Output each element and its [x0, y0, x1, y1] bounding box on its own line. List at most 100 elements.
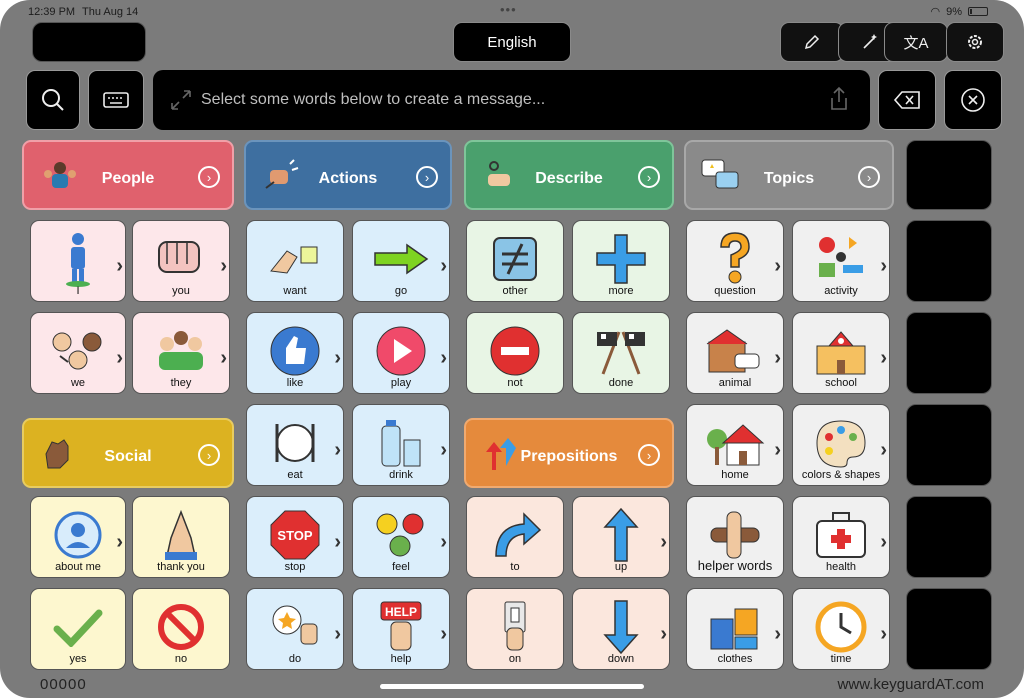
- word-label: on: [508, 653, 522, 665]
- praying-hands-icon: [165, 509, 197, 560]
- word-tile-thank-you[interactable]: thank you: [132, 496, 230, 578]
- settings-button[interactable]: [946, 22, 1004, 62]
- category-social[interactable]: Social ›: [22, 418, 234, 488]
- arrow-right-icon: ›: [638, 166, 660, 188]
- word-label: no: [174, 653, 188, 665]
- expand-icon[interactable]: [169, 88, 193, 112]
- word-tile-question[interactable]: › question: [686, 220, 784, 302]
- svg-text:HELP: HELP: [385, 605, 417, 619]
- word-tile-done[interactable]: done: [572, 312, 670, 394]
- word-tile-up[interactable]: › up: [572, 496, 670, 578]
- word-tile-want[interactable]: want: [246, 220, 344, 302]
- chevron-right-icon: ›: [440, 531, 447, 553]
- word-tile-more[interactable]: more: [572, 220, 670, 302]
- word-tile-clothes[interactable]: › clothes: [686, 588, 784, 670]
- word-label: go: [394, 285, 408, 297]
- home-indicator[interactable]: [380, 684, 644, 689]
- category-prepositions[interactable]: Prepositions ›: [464, 418, 674, 488]
- search-button[interactable]: [26, 70, 80, 130]
- word-tile-feel[interactable]: › feel: [352, 496, 450, 578]
- edit-button[interactable]: [780, 22, 844, 62]
- word-tile-they[interactable]: › they: [132, 312, 230, 394]
- word-tile-help[interactable]: HELP › help: [352, 588, 450, 670]
- translate-button[interactable]: 文A: [884, 22, 948, 62]
- word-label: we: [70, 377, 86, 389]
- word-tile-on[interactable]: on: [466, 588, 564, 670]
- word-tile-helper-words[interactable]: helper words: [686, 496, 784, 578]
- word-tile-eat[interactable]: › eat: [246, 404, 344, 486]
- clear-icon: [961, 88, 985, 112]
- chevron-right-icon: ›: [774, 623, 781, 645]
- checkered-flags-icon: [597, 331, 645, 375]
- svg-text:STOP: STOP: [277, 528, 312, 543]
- arrow-up-icon: [603, 507, 639, 562]
- keyboard-button[interactable]: [88, 70, 144, 130]
- word-tile-i[interactable]: › I: [30, 220, 126, 302]
- empty-slot-right-5: [906, 496, 992, 578]
- category-people[interactable]: People ›: [22, 140, 234, 210]
- word-tile-health[interactable]: › health: [792, 496, 890, 578]
- word-tile-play[interactable]: › play: [352, 312, 450, 394]
- word-tile-other[interactable]: other: [466, 220, 564, 302]
- arrow-right-icon: ›: [638, 444, 660, 466]
- question-mark-icon: [720, 232, 750, 284]
- empty-slot-right-3: [906, 312, 992, 394]
- word-tile-we[interactable]: › we: [30, 312, 126, 394]
- word-tile-down[interactable]: › down: [572, 588, 670, 670]
- category-describe[interactable]: Describe ›: [464, 140, 674, 210]
- word-tile-animal[interactable]: › animal: [686, 312, 784, 394]
- word-tile-yes[interactable]: yes: [30, 588, 126, 670]
- palette-icon: [816, 420, 866, 468]
- word-tile-go[interactable]: › go: [352, 220, 450, 302]
- wifi-icon: ◠: [930, 6, 941, 18]
- word-tile-to[interactable]: to: [466, 496, 564, 578]
- device-frame: 12:39 PM Thu Aug 14 ••• ◠ 9% English 文A …: [0, 0, 1024, 698]
- prohibited-icon: [158, 604, 204, 650]
- chevron-right-icon: ›: [660, 623, 667, 645]
- word-label: help: [390, 653, 412, 665]
- activity-icons-icon: [819, 237, 863, 277]
- word-tile-like[interactable]: › like: [246, 312, 344, 394]
- chevron-right-icon: ›: [880, 531, 887, 553]
- word-tile-about-me[interactable]: › about me: [30, 496, 126, 578]
- word-tile-you[interactable]: › you: [132, 220, 230, 302]
- switch-on-icon: [504, 601, 526, 651]
- empty-slot-right-6: [906, 588, 992, 670]
- word-tile-school[interactable]: › school: [792, 312, 890, 394]
- multitask-dots[interactable]: •••: [500, 2, 517, 17]
- language-button[interactable]: English: [453, 22, 571, 62]
- word-tile-drink[interactable]: › drink: [352, 404, 450, 486]
- plate-utensils-icon: [275, 424, 315, 462]
- clock-icon: [815, 601, 867, 653]
- word-tile-do[interactable]: › do: [246, 588, 344, 670]
- word-tile-not[interactable]: not: [466, 312, 564, 394]
- word-label: they: [170, 377, 192, 389]
- word-tile-stop[interactable]: STOP › stop: [246, 496, 344, 578]
- share-icon[interactable]: [828, 86, 850, 112]
- message-bar[interactable]: Select some words below to create a mess…: [153, 70, 870, 130]
- chevron-right-icon: ›: [220, 255, 227, 277]
- clear-button[interactable]: [944, 70, 1002, 130]
- chevron-right-icon: ›: [440, 255, 447, 277]
- word-tile-no[interactable]: no: [132, 588, 230, 670]
- word-tile-colors-shapes[interactable]: › colors & shapes: [792, 404, 890, 486]
- empty-slot-right-2: [906, 220, 992, 302]
- word-label: like: [286, 377, 304, 389]
- word-tile-time[interactable]: › time: [792, 588, 890, 670]
- emotions-icon: [376, 513, 424, 557]
- word-tile-home[interactable]: › home: [686, 404, 784, 486]
- person-icon: [66, 233, 90, 287]
- word-label: home: [721, 469, 749, 481]
- first-aid-kit-icon: [816, 512, 866, 558]
- footer-brand: www.keyguardAT.com: [837, 676, 984, 693]
- word-label: down: [607, 653, 635, 665]
- backspace-button[interactable]: [878, 70, 936, 130]
- chevron-right-icon: ›: [220, 347, 227, 369]
- chevron-right-icon: ›: [880, 255, 887, 277]
- chevron-right-icon: ›: [660, 531, 667, 553]
- category-topics[interactable]: Topics ›: [684, 140, 894, 210]
- category-actions[interactable]: Actions ›: [244, 140, 452, 210]
- we-group-icon: [52, 332, 102, 370]
- word-tile-activity[interactable]: › activity: [792, 220, 890, 302]
- word-label: more: [608, 285, 634, 297]
